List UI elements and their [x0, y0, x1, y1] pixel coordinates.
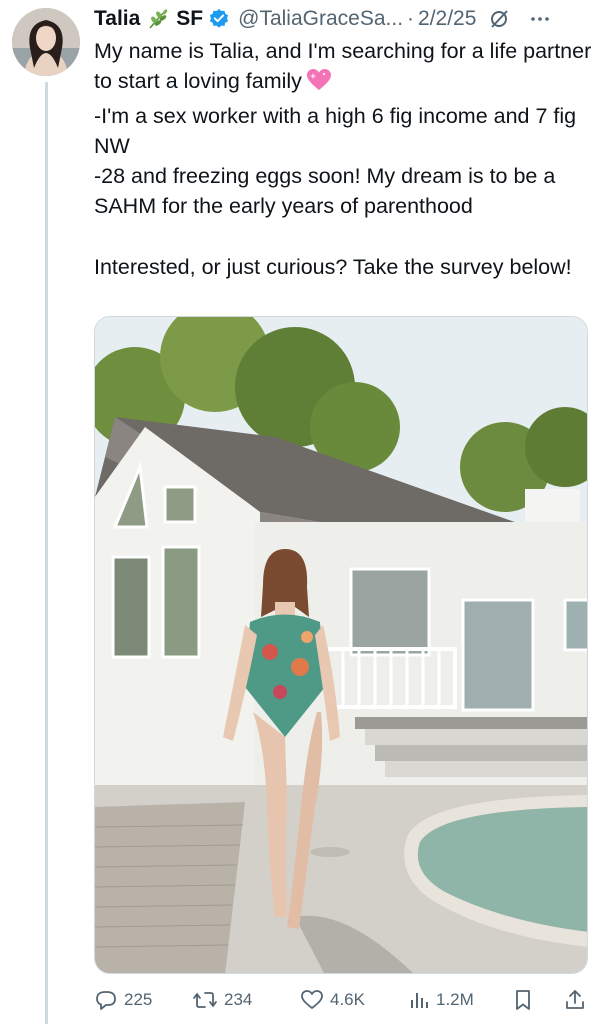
tweet-text-line-4: Interested, or just curious? Take the su… [94, 254, 572, 279]
tweet-date[interactable]: 2/2/25 [418, 7, 476, 31]
user-handle[interactable]: @TaliaGraceSa... [238, 7, 403, 31]
tweet-photo[interactable] [94, 316, 588, 974]
thread-line [45, 82, 48, 1024]
tweet-text-line-2: -I'm a sex worker with a high 6 fig inco… [94, 103, 577, 158]
tweet-text-line-1: My name is Talia, and I'm searching for … [94, 39, 592, 94]
share-button[interactable] [564, 985, 592, 1015]
sparkling-heart-emoji-icon [306, 68, 332, 100]
bookmark-icon [516, 990, 530, 1010]
tweet-actions: 225 234 4.6K 1.2M [94, 985, 594, 1015]
separator-dot: · [407, 7, 415, 30]
verified-badge-icon[interactable] [208, 8, 230, 30]
views-count: 1.2M [436, 990, 474, 1009]
display-name[interactable]: Talia [94, 7, 140, 31]
like-button[interactable]: 4.6K [300, 985, 365, 1015]
views-icon [411, 993, 428, 1008]
tweet-text: My name is Talia, and I'm searching for … [94, 36, 594, 282]
reply-button[interactable]: 225 [94, 985, 152, 1015]
tweet-text-line-3: -28 and freezing eggs soon! My dream is … [94, 164, 556, 219]
share-icon [566, 990, 584, 1009]
repost-button[interactable]: 234 [192, 985, 252, 1015]
reply-count: 225 [124, 990, 153, 1009]
more-icon[interactable] [528, 7, 552, 31]
bookmark-button[interactable] [512, 985, 540, 1015]
reply-icon [96, 991, 116, 1010]
display-name-location[interactable]: SF [176, 7, 203, 31]
avatar[interactable] [12, 8, 80, 76]
repost-count: 234 [224, 990, 253, 1009]
repost-icon [193, 992, 217, 1008]
like-icon [301, 990, 323, 1009]
like-count: 4.6K [330, 990, 365, 1009]
herb-emoji-icon [146, 7, 170, 31]
tweet-header: Talia SF @TaliaGraceSa... · 2/2/25 [94, 4, 594, 34]
views-button[interactable]: 1.2M [408, 985, 474, 1015]
grok-icon[interactable] [488, 8, 510, 30]
